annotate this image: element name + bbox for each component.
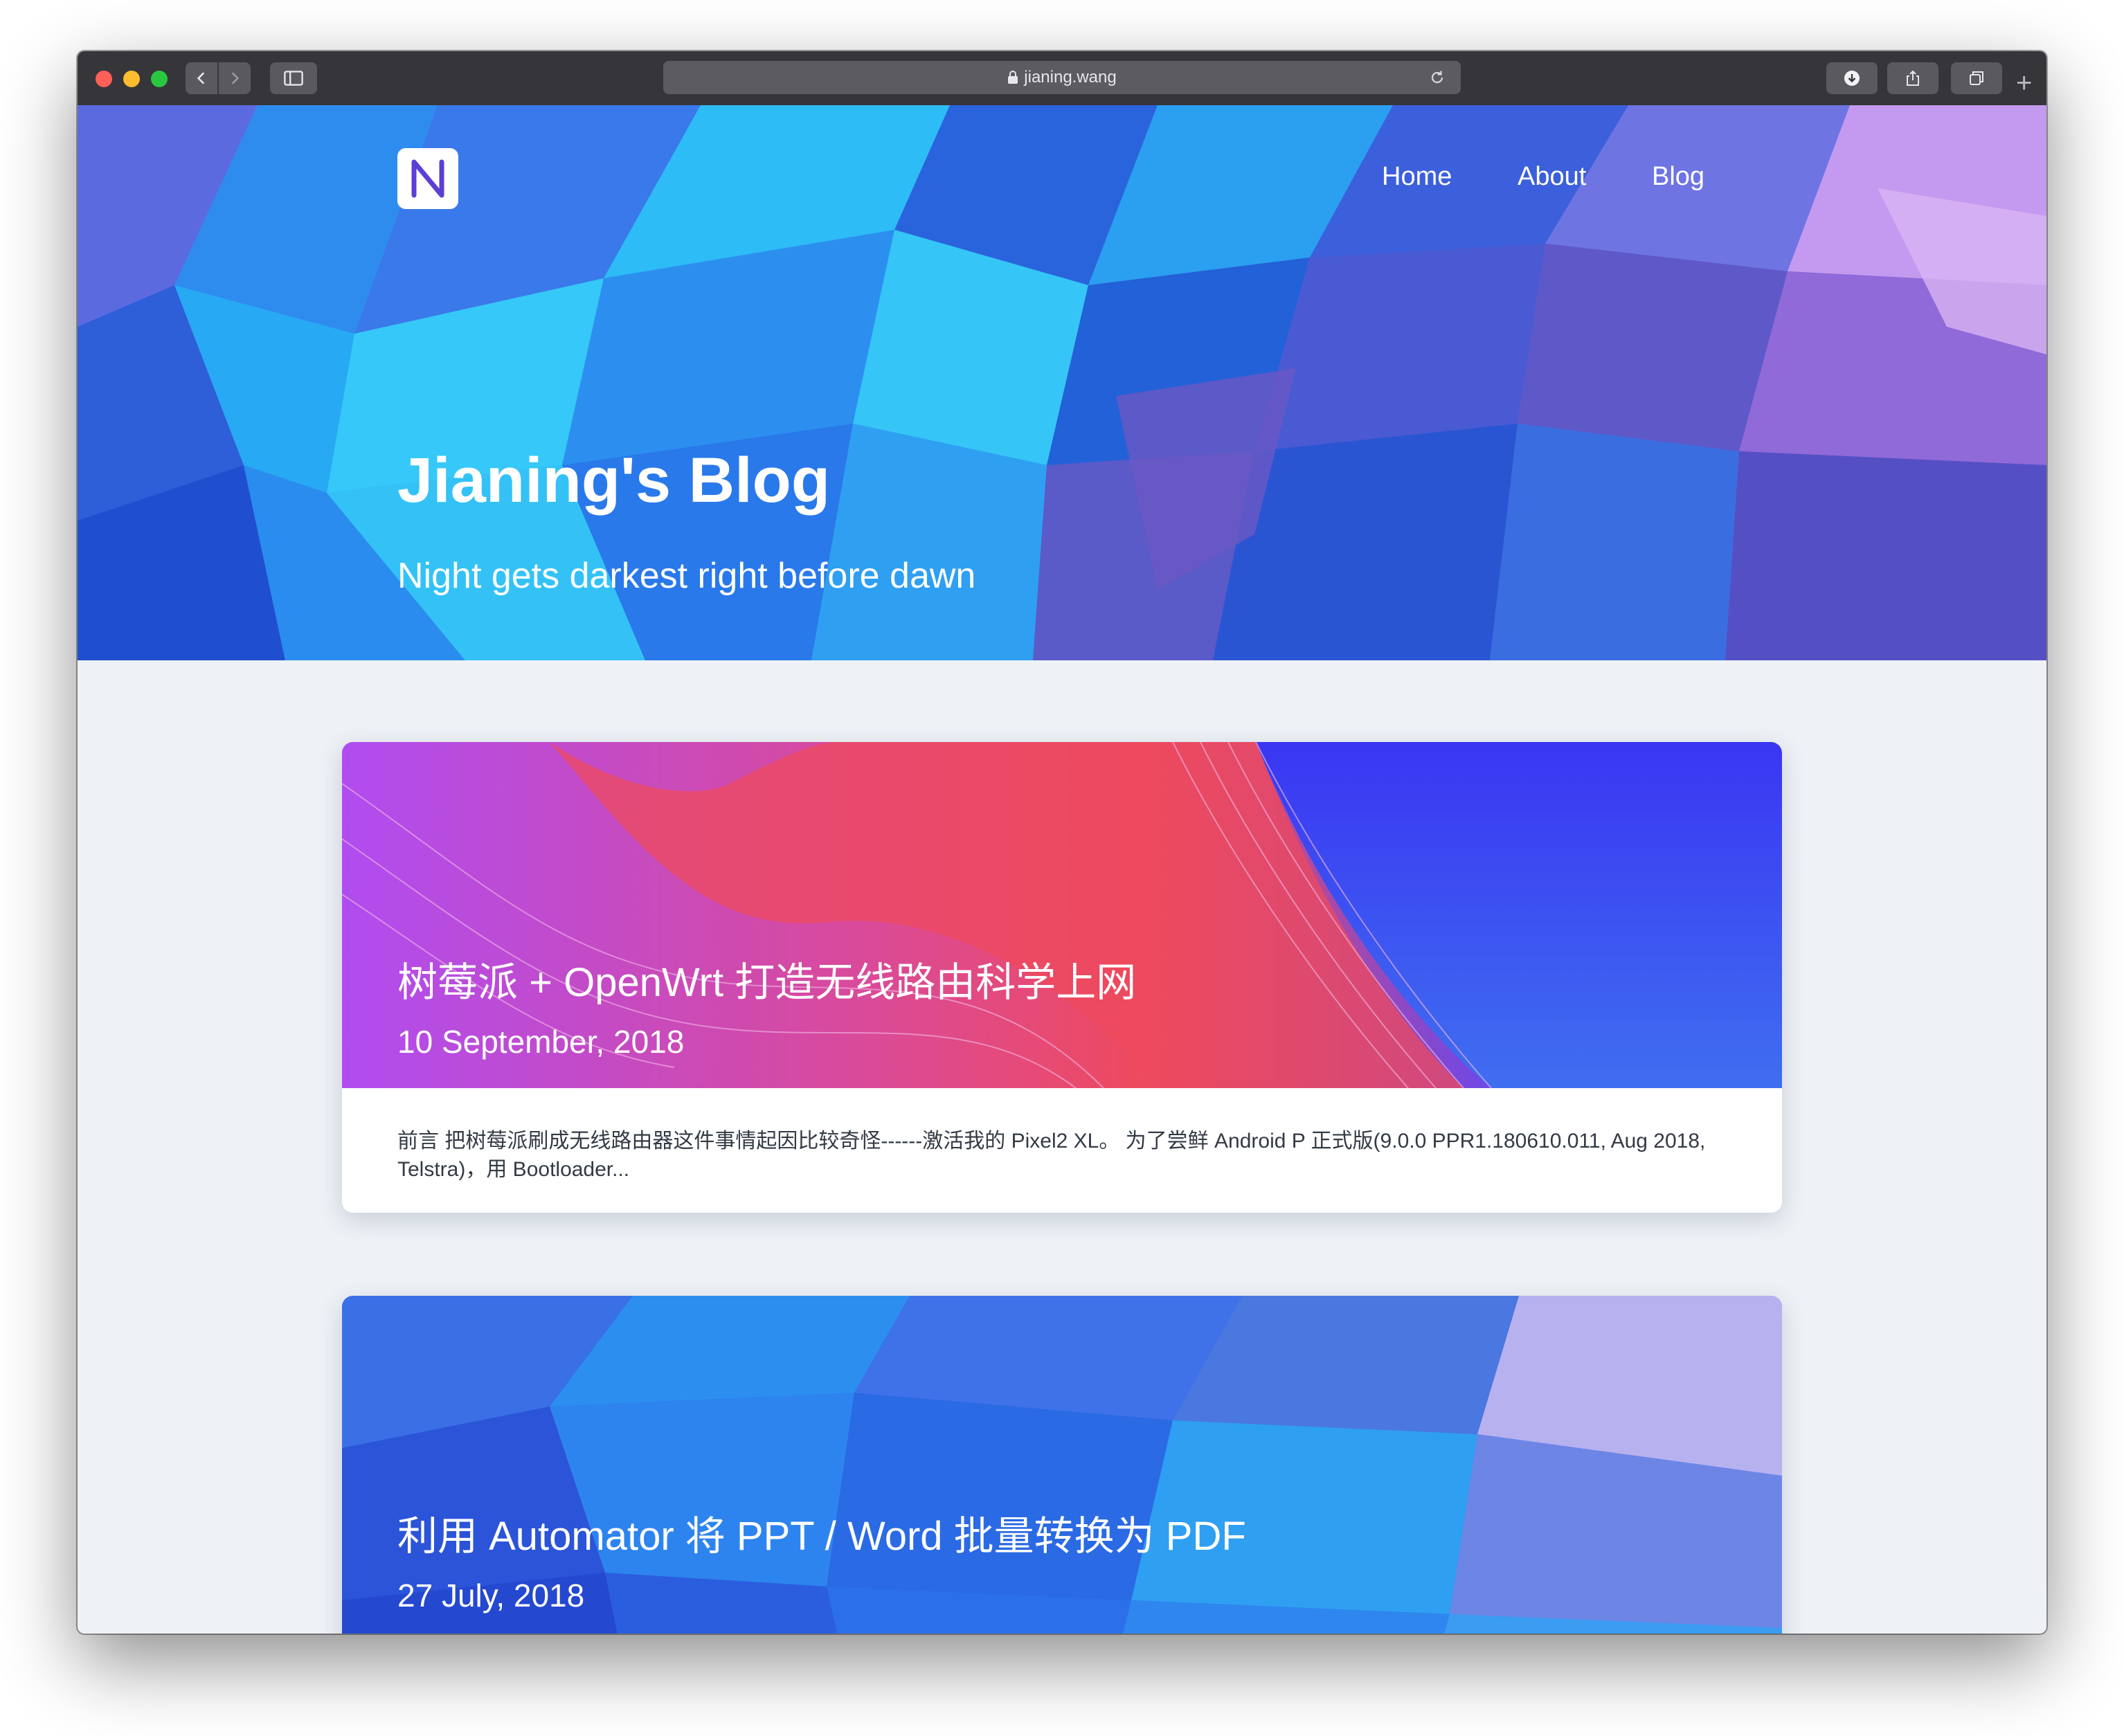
- close-window-button[interactable]: [96, 71, 112, 87]
- site-subtitle: Night gets darkest right before dawn: [397, 556, 976, 596]
- nav-about-link[interactable]: About: [1518, 162, 1586, 192]
- post-cover-image: 树莓派 + OpenWrt 打造无线路由科学上网 10 September, 2…: [342, 742, 1782, 1088]
- post-card[interactable]: 利用 Automator 将 PPT / Word 批量转换为 PDF 27 J…: [342, 1296, 1782, 1634]
- nav-home-link[interactable]: Home: [1382, 162, 1452, 192]
- new-tab-button[interactable]: +: [2016, 69, 2032, 97]
- share-button[interactable]: [1887, 62, 1938, 94]
- tabs-icon: [1970, 71, 1983, 85]
- post-date: 27 July, 2018: [397, 1577, 585, 1613]
- nav-blog-link[interactable]: Blog: [1652, 162, 1704, 192]
- chevron-left-icon: [197, 72, 205, 84]
- share-icon: [1907, 70, 1919, 86]
- sidebar-icon: [284, 71, 303, 86]
- address-bar[interactable]: jianing.wang: [663, 61, 1461, 94]
- address-text: jianing.wang: [1024, 68, 1117, 87]
- tab-overview-button[interactable]: [1951, 62, 2002, 94]
- maximize-window-button[interactable]: [151, 71, 168, 87]
- forward-button[interactable]: [219, 62, 251, 94]
- hero-header: Home About Blog Jianing's Blog Night get…: [78, 105, 2046, 660]
- chevron-right-icon: [231, 72, 240, 84]
- post-title[interactable]: 树莓派 + OpenWrt 打造无线路由科学上网: [397, 950, 1136, 1008]
- post-title[interactable]: 利用 Automator 将 PPT / Word 批量转换为 PDF: [397, 1503, 1246, 1562]
- post-date: 10 September, 2018: [397, 1024, 685, 1060]
- lock-icon: [1008, 71, 1018, 84]
- browser-window: jianing.wang + Home About Blog Jianing's…: [78, 51, 2046, 1634]
- main-nav: Home About Blog: [78, 162, 2046, 204]
- download-icon: [1844, 71, 1860, 86]
- post-excerpt: 前言 把树莓派刷成无线路由器这件事情起因比较奇怪------激活我的 Pixel…: [397, 1130, 1706, 1181]
- post-cover-image: 利用 Automator 将 PPT / Word 批量转换为 PDF 27 J…: [342, 1296, 1782, 1634]
- downloads-button[interactable]: [1826, 62, 1878, 94]
- browser-toolbar: jianing.wang +: [78, 51, 2046, 107]
- post-card[interactable]: 树莓派 + OpenWrt 打造无线路由科学上网 10 September, 2…: [342, 742, 1782, 1213]
- reload-icon[interactable]: [1429, 69, 1446, 86]
- minimize-window-button[interactable]: [123, 71, 140, 87]
- back-button[interactable]: [186, 62, 217, 94]
- sidebar-toggle-button[interactable]: [270, 62, 317, 94]
- site-title: Jianing's Blog: [397, 445, 831, 516]
